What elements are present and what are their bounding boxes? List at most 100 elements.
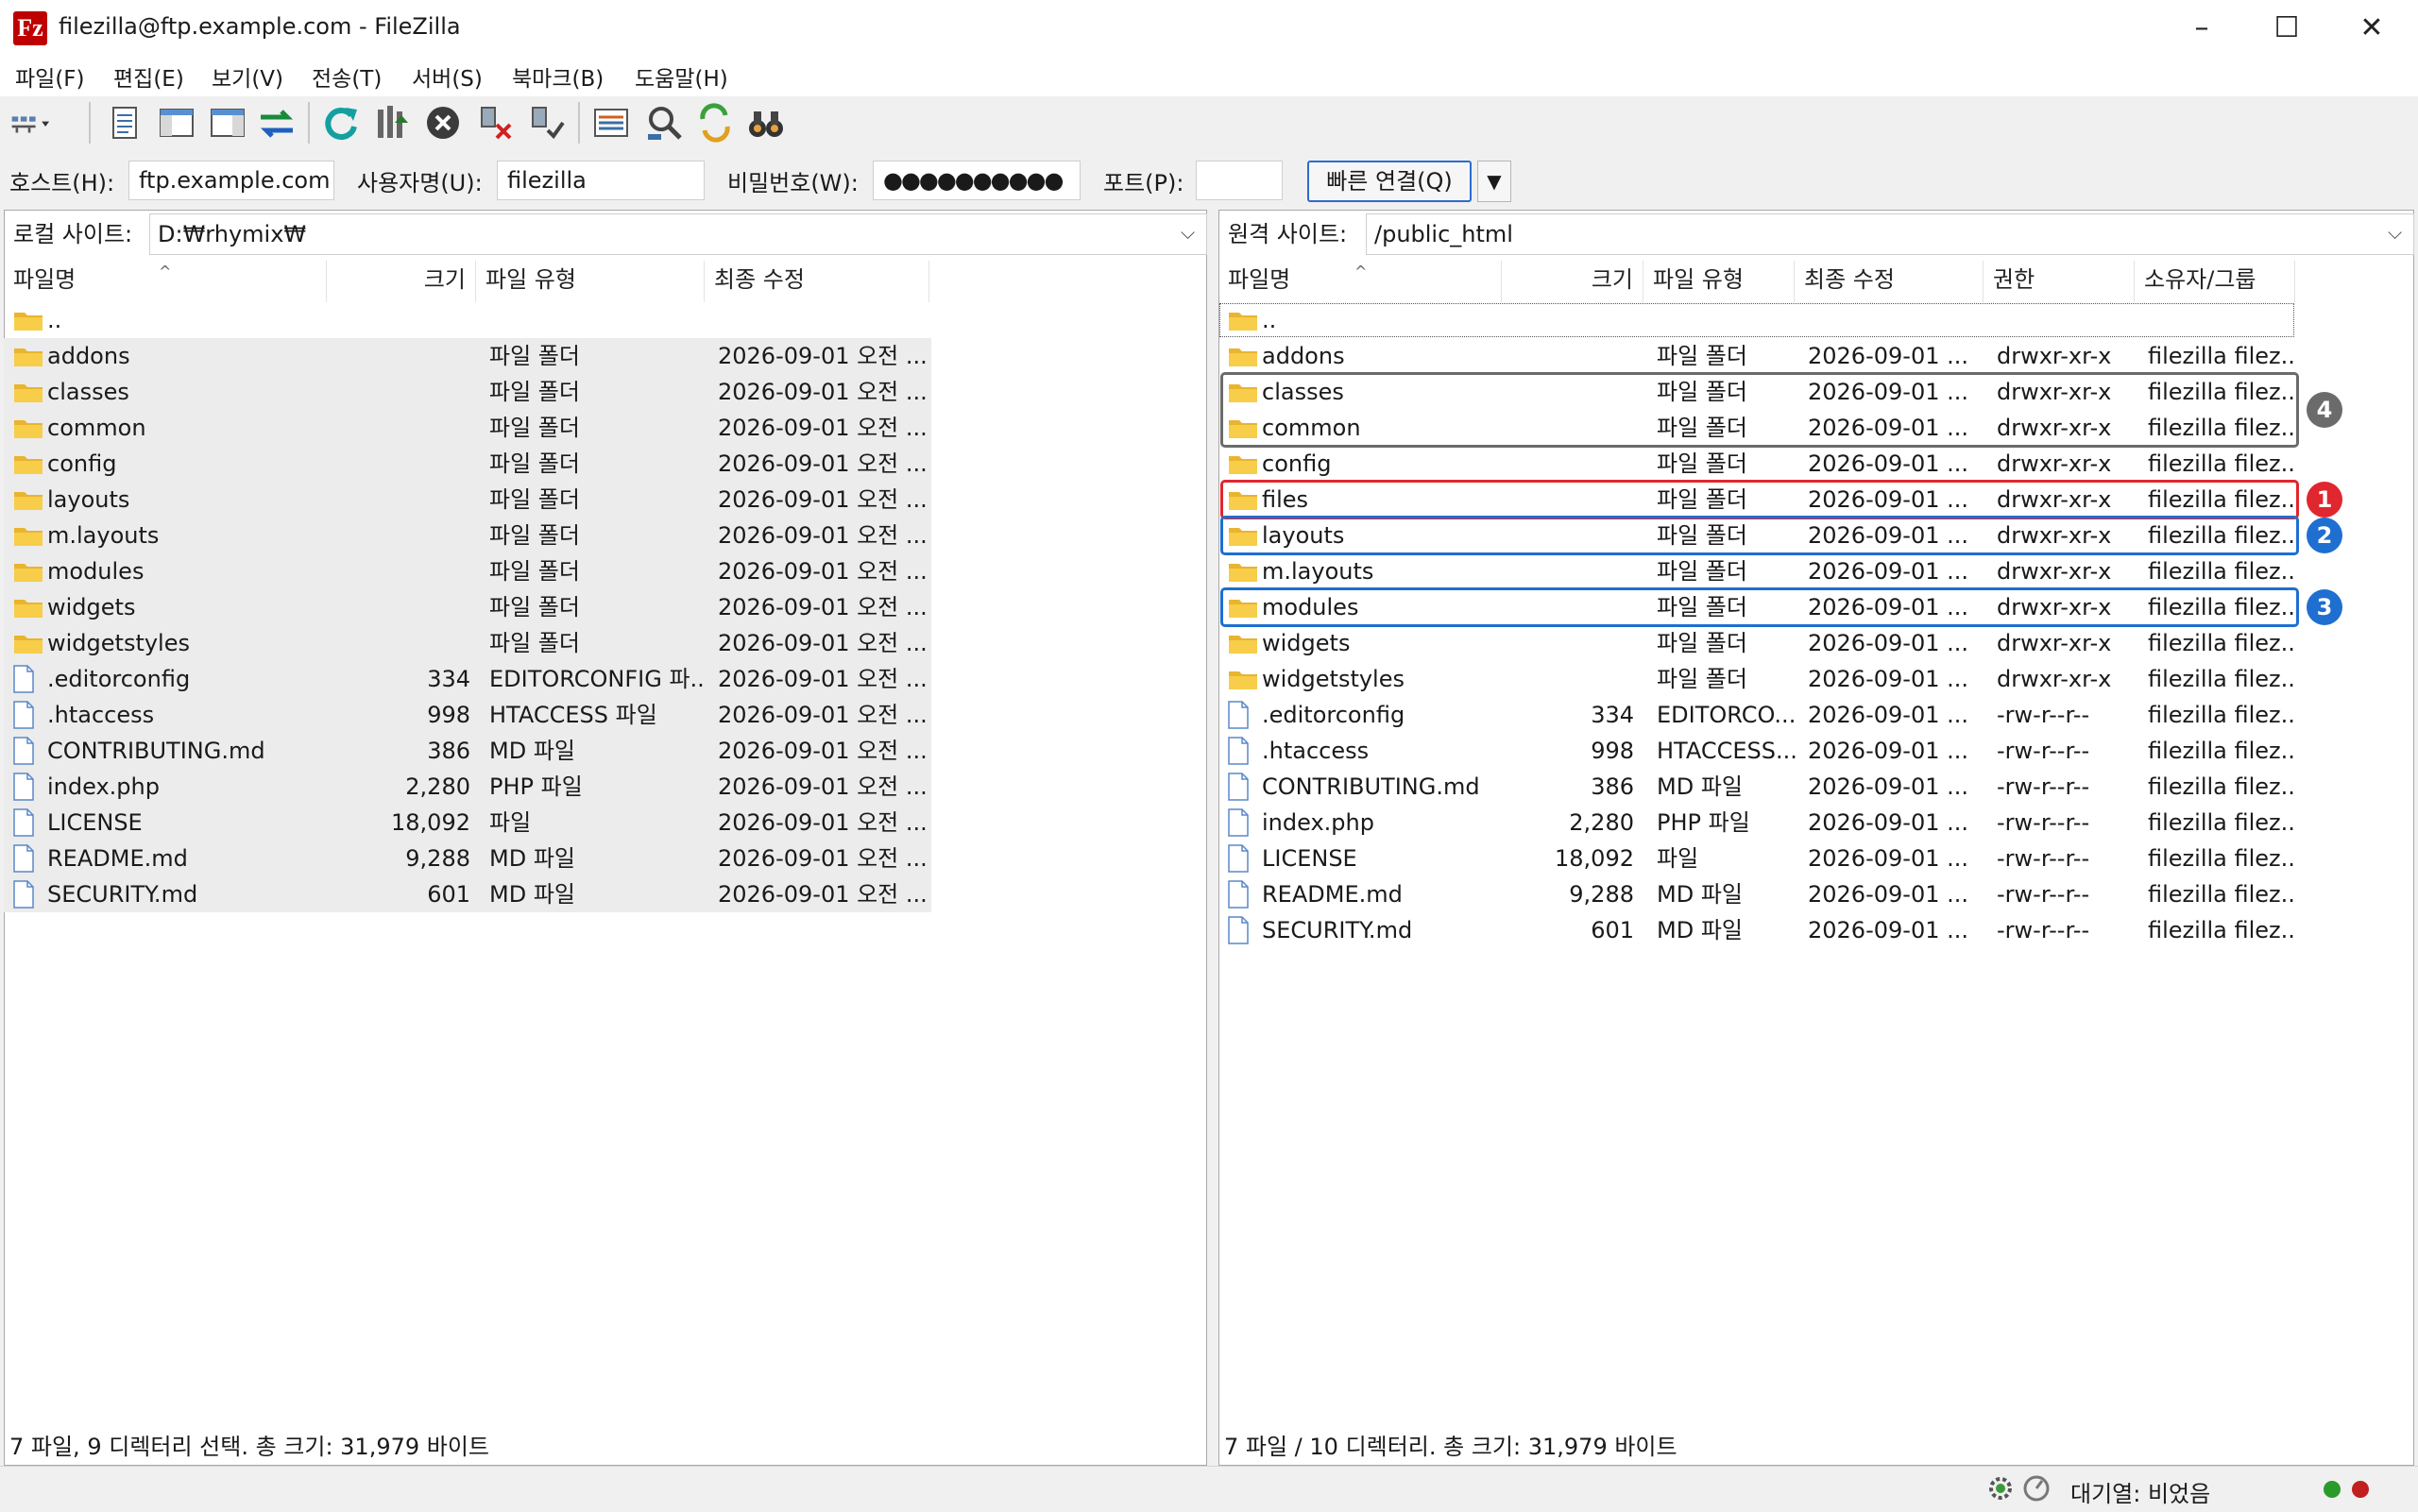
upload-indicator-icon — [2324, 1481, 2341, 1498]
remote-col-modified[interactable]: 최종 수정 — [1795, 261, 1984, 302]
disconnect-icon[interactable] — [474, 100, 518, 145]
remote-file-row[interactable]: CONTRIBUTING.md 386 MD 파일 2026-09-01 ... -rw… — [1218, 769, 2295, 805]
remote-col-permissions[interactable]: 권한 — [1984, 261, 2135, 302]
host-field[interactable]: ftp.example.com — [128, 161, 334, 200]
local-tree-icon[interactable] — [155, 100, 198, 145]
file-permissions: -rw-r--r-- — [1997, 845, 2090, 872]
toolbar-separator — [578, 102, 580, 144]
remote-file-row[interactable]: .htaccess 998 HTACCESS... 2026-09-01 ... -rw… — [1218, 733, 2295, 769]
file-type: 파일 폴더 — [489, 522, 580, 549]
maximize-button[interactable]: ☐ — [2244, 0, 2329, 57]
remote-file-row[interactable]: .editorconfig 334 EDITORCO... 2026-09-01 ..… — [1218, 697, 2295, 733]
local-file-row[interactable]: common 파일 폴더 2026-09-01 오전 ... — [4, 410, 931, 446]
remote-file-row[interactable]: SECURITY.md 601 MD 파일 2026-09-01 ... -rw-r--… — [1218, 912, 2295, 948]
file-modified: 2026-09-01 오전 ... — [718, 845, 928, 872]
menu-edit[interactable]: 편집(E) — [113, 60, 184, 93]
remote-file-row[interactable]: config 파일 폴더 2026-09-01 ... drwxr-xr-x filez… — [1218, 446, 2295, 482]
remote-file-row[interactable]: widgetstyles 파일 폴더 2026-09-01 ... drwxr-xr-… — [1218, 661, 2295, 697]
local-file-row[interactable]: .editorconfig 334 EDITORCONFIG 파... 2026-09… — [4, 661, 931, 697]
menu-bookmarks[interactable]: 북마크(B) — [512, 60, 604, 93]
file-modified: 2026-09-01 오전 ... — [718, 558, 928, 585]
file-icon — [13, 665, 34, 693]
message-log-icon[interactable] — [104, 100, 147, 145]
local-file-row[interactable]: m.layouts 파일 폴더 2026-09-01 오전 ... — [4, 518, 931, 553]
port-field[interactable] — [1196, 161, 1283, 200]
remote-file-row[interactable]: addons 파일 폴더 2026-09-01 ... drwxr-xr-x filez… — [1218, 338, 2295, 374]
password-field[interactable]: ●●●●●●●●●● — [873, 161, 1081, 200]
file-size: 9,288 — [405, 845, 470, 872]
local-col-type[interactable]: 파일 유형 — [476, 261, 705, 302]
file-type: 파일 폴더 — [489, 558, 580, 585]
remote-file-row[interactable]: LICENSE 18,092 파일 2026-09-01 ... -rw-r--r-- f… — [1218, 841, 2295, 876]
minimize-button[interactable]: – — [2159, 0, 2244, 57]
local-path-field[interactable]: D:₩rhymix₩ — [149, 213, 1207, 255]
local-col-size[interactable]: 크기 — [327, 261, 476, 302]
file-modified: 2026-09-01 오전 ... — [718, 343, 928, 369]
file-name: index.php — [47, 773, 160, 800]
remote-file-row[interactable]: .. — [1218, 302, 2295, 338]
menu-view[interactable]: 보기(V) — [212, 60, 283, 93]
folder-icon — [1229, 313, 1257, 331]
directory-comparison-icon[interactable] — [642, 100, 686, 145]
remote-file-row[interactable]: m.layouts 파일 폴더 2026-09-01 ... drwxr-xr-x fi… — [1218, 553, 2295, 589]
remote-file-row[interactable]: widgets 파일 폴더 2026-09-01 ... drwxr-xr-x file… — [1218, 625, 2295, 661]
local-file-row[interactable]: README.md 9,288 MD 파일 2026-09-01 오전 ... — [4, 841, 931, 876]
process-queue-icon[interactable] — [370, 100, 414, 145]
remote-path-dropdown-icon[interactable]: ⌵ — [2388, 221, 2402, 244]
local-file-row[interactable]: index.php 2,280 PHP 파일 2026-09-01 오전 ... — [4, 769, 931, 805]
password-label: 비밀번호(W): — [727, 170, 859, 196]
annotation-badge: 1 — [2307, 482, 2342, 518]
file-name: .editorconfig — [47, 666, 191, 692]
local-file-row[interactable]: CONTRIBUTING.md 386 MD 파일 2026-09-01 오전 ... — [4, 733, 931, 769]
reconnect-icon[interactable] — [525, 100, 569, 145]
local-file-row[interactable]: addons 파일 폴더 2026-09-01 오전 ... — [4, 338, 931, 374]
transfer-queue-icon[interactable] — [255, 100, 298, 145]
folder-icon — [1229, 456, 1257, 474]
menu-transfer[interactable]: 전송(T) — [312, 60, 382, 93]
remote-path-field[interactable]: /public_html — [1366, 213, 2414, 255]
remote-file-row[interactable]: README.md 9,288 MD 파일 2026-09-01 ... -rw-r--… — [1218, 876, 2295, 912]
file-modified: 2026-09-01 오전 ... — [718, 881, 928, 908]
search-binoculars-icon[interactable] — [744, 100, 788, 145]
file-type: 파일 폴더 — [1657, 450, 1747, 477]
local-file-row[interactable]: widgetstyles 파일 폴더 2026-09-01 오전 ... — [4, 625, 931, 661]
username-field[interactable]: filezilla — [497, 161, 705, 200]
close-button[interactable]: ✕ — [2329, 0, 2414, 57]
remote-file-row[interactable]: index.php 2,280 PHP 파일 2026-09-01 ... -rw-r-… — [1218, 805, 2295, 841]
local-col-modified[interactable]: 최종 수정 — [705, 261, 929, 302]
remote-tree-icon[interactable] — [206, 100, 249, 145]
menu-server[interactable]: 서버(S) — [412, 60, 483, 93]
site-manager-icon[interactable] — [9, 100, 76, 145]
folder-icon — [14, 420, 43, 438]
file-name: README.md — [1262, 881, 1403, 908]
remote-col-size[interactable]: 크기 — [1502, 261, 1643, 302]
local-file-row[interactable]: classes 파일 폴더 2026-09-01 오전 ... — [4, 374, 931, 410]
file-owner: filezilla filez... — [2148, 702, 2295, 728]
menu-help[interactable]: 도움말(H) — [635, 60, 728, 93]
annotation-highlight-box — [1220, 372, 2299, 448]
remote-col-type[interactable]: 파일 유형 — [1643, 261, 1795, 302]
quickconnect-history-dropdown[interactable]: ▼ — [1477, 161, 1511, 202]
refresh-icon[interactable] — [319, 100, 363, 145]
local-file-row[interactable]: modules 파일 폴더 2026-09-01 오전 ... — [4, 553, 931, 589]
local-path-dropdown-icon[interactable]: ⌵ — [1181, 221, 1195, 244]
local-file-row[interactable]: widgets 파일 폴더 2026-09-01 오전 ... — [4, 589, 931, 625]
local-file-row[interactable]: LICENSE 18,092 파일 2026-09-01 오전 ... — [4, 805, 931, 841]
pane-splitter[interactable] — [1207, 210, 1218, 1466]
quickconnect-button[interactable]: 빠른 연결(Q) — [1307, 161, 1472, 202]
menu-file[interactable]: 파일(F) — [15, 60, 85, 93]
local-file-row[interactable]: SECURITY.md 601 MD 파일 2026-09-01 오전 ... — [4, 876, 931, 912]
file-permissions: -rw-r--r-- — [1997, 881, 2090, 908]
file-modified: 2026-09-01 오전 ... — [718, 809, 928, 836]
folder-icon — [14, 348, 43, 366]
file-type: 파일 폴더 — [489, 343, 580, 369]
local-file-row[interactable]: layouts 파일 폴더 2026-09-01 오전 ... — [4, 482, 931, 518]
file-modified: 2026-09-01 오전 ... — [718, 486, 928, 513]
local-file-row[interactable]: .htaccess 998 HTACCESS 파일 2026-09-01 오전 ... — [4, 697, 931, 733]
remote-col-owner[interactable]: 소유자/그룹 — [2135, 261, 2295, 302]
local-file-row[interactable]: config 파일 폴더 2026-09-01 오전 ... — [4, 446, 931, 482]
directory-filter-icon[interactable] — [589, 100, 633, 145]
local-file-row[interactable]: .. — [4, 302, 61, 338]
cancel-icon[interactable] — [421, 100, 465, 145]
synchronized-browsing-icon[interactable] — [693, 100, 737, 145]
